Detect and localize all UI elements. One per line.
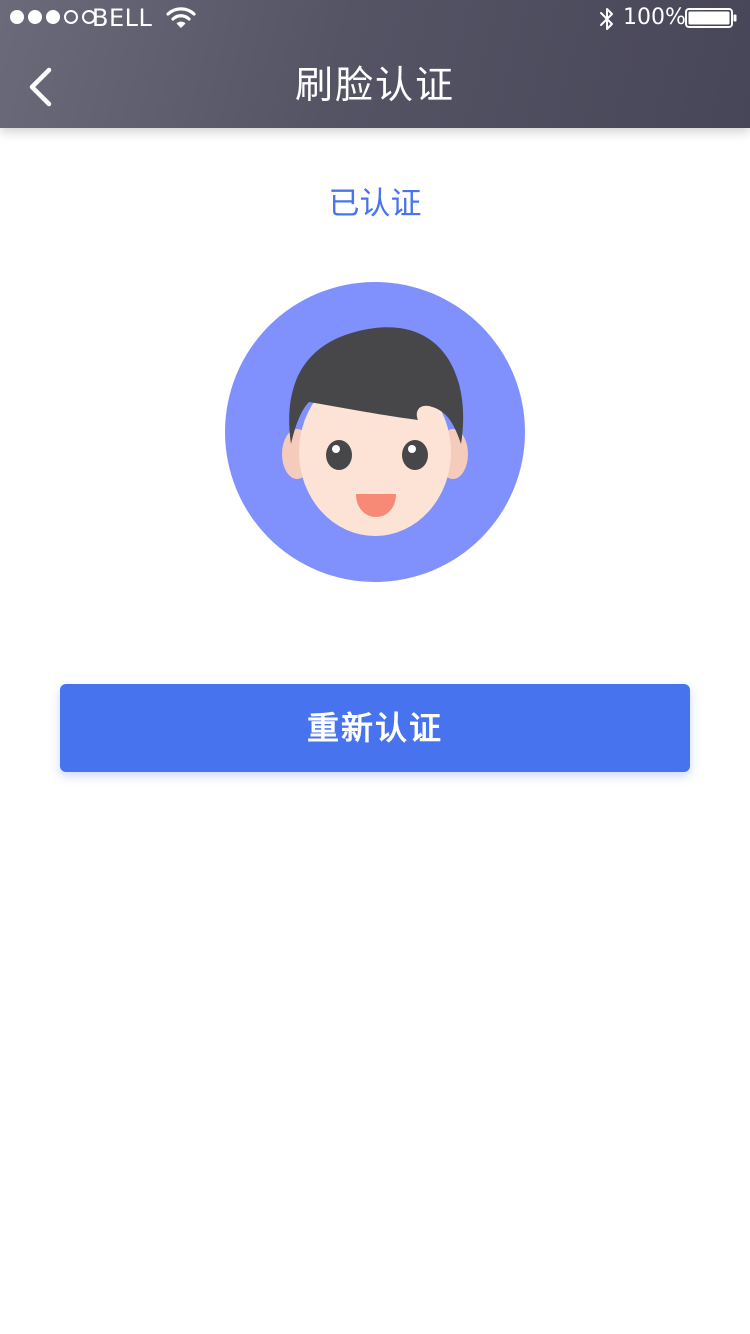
face-avatar-icon — [225, 282, 525, 582]
avatar-eye-left — [326, 440, 352, 470]
signal-strength-indicator — [10, 10, 96, 24]
signal-dot-filled — [46, 10, 60, 24]
reauthenticate-button[interactable]: 重新认证 — [60, 684, 690, 772]
battery-percentage: 100% — [623, 5, 686, 30]
signal-dot-filled — [28, 10, 42, 24]
carrier-name: BELL — [92, 4, 153, 32]
bluetooth-icon — [600, 8, 613, 30]
wifi-icon — [166, 7, 196, 28]
signal-dot-empty — [64, 10, 78, 24]
page-title: 刷脸认证 — [294, 63, 455, 107]
avatar-eye-highlight-right — [408, 445, 416, 453]
verification-status-text: 已认证 — [328, 186, 422, 222]
avatar-eye-right — [402, 440, 428, 470]
header: BELL 100% 刷脸认证 — [0, 0, 750, 128]
signal-dot-filled — [10, 10, 24, 24]
navigation-bar: 刷脸认证 — [0, 36, 750, 128]
avatar-eye-highlight-left — [332, 445, 340, 453]
battery-icon — [685, 8, 737, 28]
status-bar: BELL 100% — [0, 0, 750, 36]
